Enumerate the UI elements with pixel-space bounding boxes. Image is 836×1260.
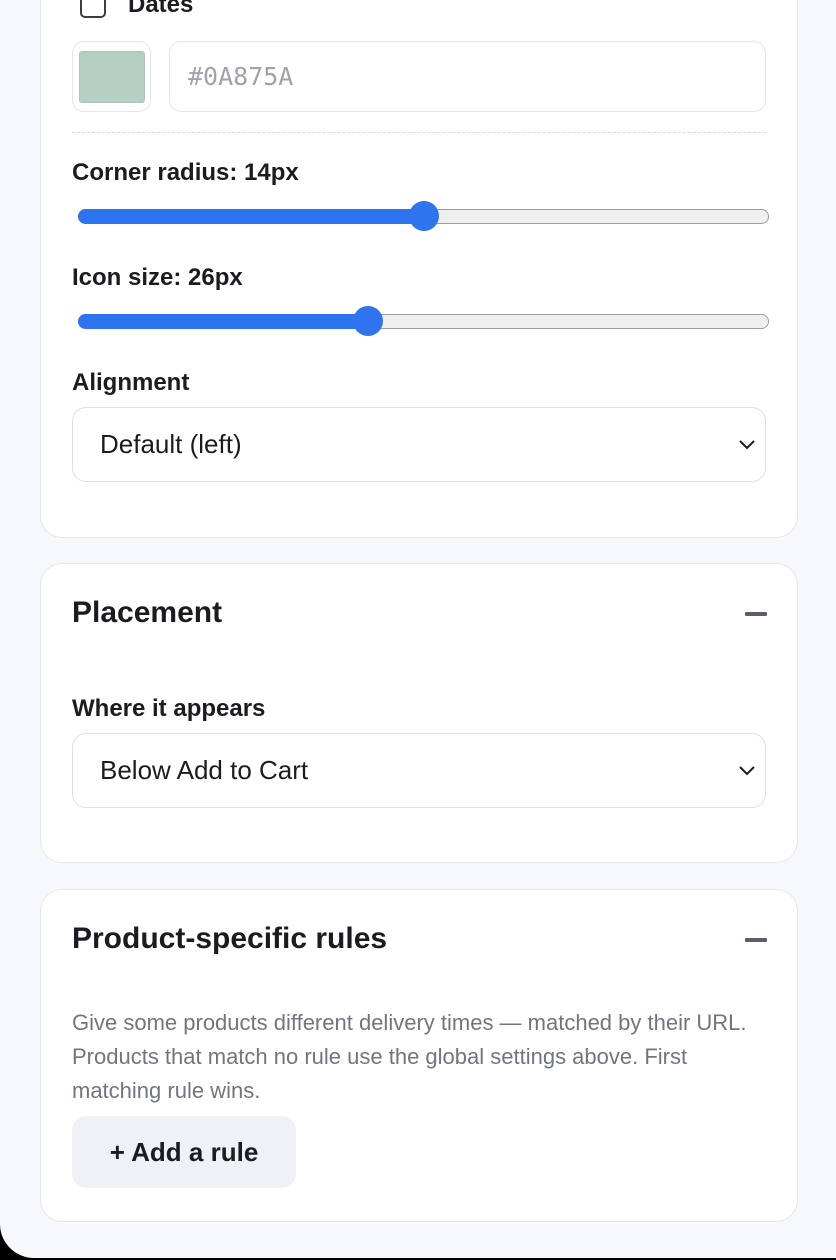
icon-size-slider[interactable] bbox=[78, 306, 769, 336]
placement-title: Placement bbox=[72, 596, 223, 629]
icon-size-label: Icon size: 26px bbox=[72, 264, 243, 291]
minus-icon[interactable] bbox=[745, 612, 767, 616]
divider bbox=[72, 132, 766, 133]
dates-checkbox-label: Dates bbox=[128, 0, 194, 18]
alignment-label: Alignment bbox=[72, 369, 190, 396]
chevron-down-icon bbox=[739, 440, 755, 450]
product-rules-title: Product-specific rules bbox=[72, 922, 388, 955]
dates-checkbox[interactable] bbox=[80, 0, 106, 18]
color-picker[interactable] bbox=[72, 41, 151, 112]
hex-color-input[interactable] bbox=[169, 41, 766, 112]
placement-select-value: Below Add to Cart bbox=[100, 755, 309, 785]
corner-radius-label: Corner radius: 14px bbox=[72, 159, 299, 186]
dates-checkbox-row[interactable]: Dates bbox=[80, 0, 193, 18]
slider-fill bbox=[78, 314, 369, 329]
alignment-select-value: Default (left) bbox=[100, 429, 242, 459]
minus-icon[interactable] bbox=[745, 938, 767, 942]
where-it-appears-label: Where it appears bbox=[72, 695, 266, 722]
slider-fill bbox=[78, 209, 424, 224]
product-rules-helper-text: Give some products different delivery ti… bbox=[72, 1010, 747, 1103]
corner-radius-slider[interactable] bbox=[78, 201, 769, 231]
slider-thumb[interactable] bbox=[408, 201, 439, 231]
settings-panel: Dates Corner radius: 14px Icon size: 26p… bbox=[0, 0, 836, 1258]
color-swatch[interactable] bbox=[78, 50, 145, 103]
add-rule-button[interactable]: + Add a rule bbox=[72, 1116, 296, 1188]
placement-select[interactable]: Below Add to Cart bbox=[72, 733, 766, 808]
chevron-down-icon bbox=[739, 766, 755, 776]
alignment-select[interactable]: Default (left) bbox=[72, 407, 766, 482]
